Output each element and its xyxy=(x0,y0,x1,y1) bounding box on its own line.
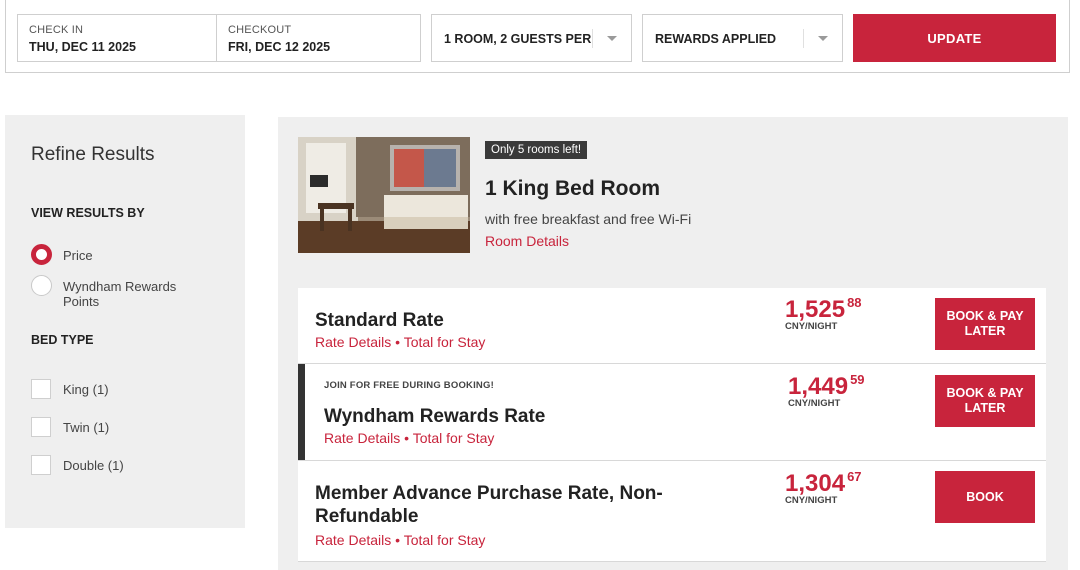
checkout-value: FRI, DEC 12 2025 xyxy=(228,40,331,54)
rate-price: 1,449 59 CNY/NIGHT xyxy=(788,372,865,409)
price-unit: CNY/NIGHT xyxy=(788,398,841,409)
rate-row-wyndham-rewards: JOIN FOR FREE DURING BOOKING! Wyndham Re… xyxy=(298,364,1046,461)
rate-price: 1,304 67 CNY/NIGHT xyxy=(785,469,862,506)
book-pay-later-button[interactable]: BOOK & PAY LATER xyxy=(935,375,1035,427)
checkout-label: CHECKOUT xyxy=(228,24,292,36)
rate-row-member-advance: Member Advance Purchase Rate, Non-Refund… xyxy=(298,461,1046,562)
option-label: Wyndham Rewards Points xyxy=(63,279,177,309)
price-unit: CNY/NIGHT xyxy=(785,321,838,332)
refine-results-sidebar: Refine Results VIEW RESULTS BY Price Wyn… xyxy=(5,115,245,528)
price-cents: 59 xyxy=(850,372,865,387)
rate-links: Rate Details • Total for Stay xyxy=(315,334,485,350)
rate-links: Rate Details • Total for Stay xyxy=(315,532,485,548)
sidebar-title: Refine Results xyxy=(31,144,155,165)
price-unit: CNY/NIGHT xyxy=(785,495,838,506)
price-cents: 67 xyxy=(847,469,862,484)
room-card: Only 5 rooms left! 1 King Bed Room with … xyxy=(278,117,1068,570)
filter-label: Twin (1) xyxy=(63,420,110,435)
checkout-date-field[interactable]: CHECKOUT FRI, DEC 12 2025 xyxy=(216,14,421,62)
link-separator: • xyxy=(404,430,410,446)
rate-name: Standard Rate xyxy=(315,310,444,331)
search-bar: CHECK IN THU, DEC 11 2025 CHECKOUT FRI, … xyxy=(5,0,1070,73)
room-image-illustration xyxy=(298,137,470,253)
rate-links: Rate Details • Total for Stay xyxy=(324,430,494,446)
room-details-link[interactable]: Room Details xyxy=(485,233,569,249)
book-pay-later-button[interactable]: BOOK & PAY LATER xyxy=(935,298,1035,350)
room-title: 1 King Bed Room xyxy=(485,177,661,200)
rate-row-standard: Standard Rate Rate Details • Total for S… xyxy=(298,288,1046,364)
rate-details-link[interactable]: Rate Details xyxy=(315,334,391,350)
rate-details-link[interactable]: Rate Details xyxy=(315,532,391,548)
rate-name: Wyndham Rewards Rate xyxy=(324,406,546,427)
checkin-value: THU, DEC 11 2025 xyxy=(29,40,136,54)
member-rate-accent-bar xyxy=(298,364,305,460)
checkbox-icon[interactable] xyxy=(31,455,51,475)
filter-label: Double (1) xyxy=(63,458,124,473)
price-cents: 88 xyxy=(847,295,862,310)
book-button[interactable]: BOOK xyxy=(935,471,1035,523)
rate-price: 1,525 88 CNY/NIGHT xyxy=(785,295,862,332)
availability-badge: Only 5 rooms left! xyxy=(485,141,588,159)
select-divider xyxy=(592,29,593,48)
price-amount: 1,449 xyxy=(788,373,849,400)
radio-unselected-icon[interactable] xyxy=(31,275,52,296)
link-separator: • xyxy=(395,532,401,548)
rewards-value: REWARDS APPLIED xyxy=(655,32,777,46)
chevron-down-icon xyxy=(607,36,617,41)
price-amount: 1,525 xyxy=(785,296,846,323)
rate-details-link[interactable]: Rate Details xyxy=(324,430,400,446)
chevron-down-icon xyxy=(818,36,828,41)
total-for-stay-link[interactable]: Total for Stay xyxy=(413,430,495,446)
room-description: with free breakfast and free Wi-Fi xyxy=(485,211,692,227)
radio-selected-icon[interactable] xyxy=(31,244,52,265)
option-label: Price xyxy=(63,248,93,263)
price-amount: 1,304 xyxy=(785,470,846,497)
checkbox-icon[interactable] xyxy=(31,417,51,437)
link-separator: • xyxy=(395,334,401,350)
rewards-select[interactable]: REWARDS APPLIED xyxy=(642,14,843,62)
total-for-stay-link[interactable]: Total for Stay xyxy=(404,334,486,350)
bed-type-heading: BED TYPE xyxy=(31,333,94,347)
rooms-guests-select[interactable]: 1 ROOM, 2 GUESTS PER ROOM xyxy=(431,14,632,62)
rate-name: Member Advance Purchase Rate, Non-Refund… xyxy=(315,483,663,527)
checkin-label: CHECK IN xyxy=(29,24,84,36)
filter-label: King (1) xyxy=(63,382,109,397)
total-for-stay-link[interactable]: Total for Stay xyxy=(404,532,486,548)
rooms-guests-value: 1 ROOM, 2 GUESTS PER ROOM xyxy=(444,32,594,46)
room-photo[interactable] xyxy=(298,137,470,253)
checkin-date-field[interactable]: CHECK IN THU, DEC 11 2025 xyxy=(17,14,217,62)
promo-text: JOIN FOR FREE DURING BOOKING! xyxy=(324,380,494,391)
update-button[interactable]: UPDATE xyxy=(853,14,1056,62)
select-divider xyxy=(803,29,804,48)
view-results-heading: VIEW RESULTS BY xyxy=(31,206,145,220)
checkbox-icon[interactable] xyxy=(31,379,51,399)
